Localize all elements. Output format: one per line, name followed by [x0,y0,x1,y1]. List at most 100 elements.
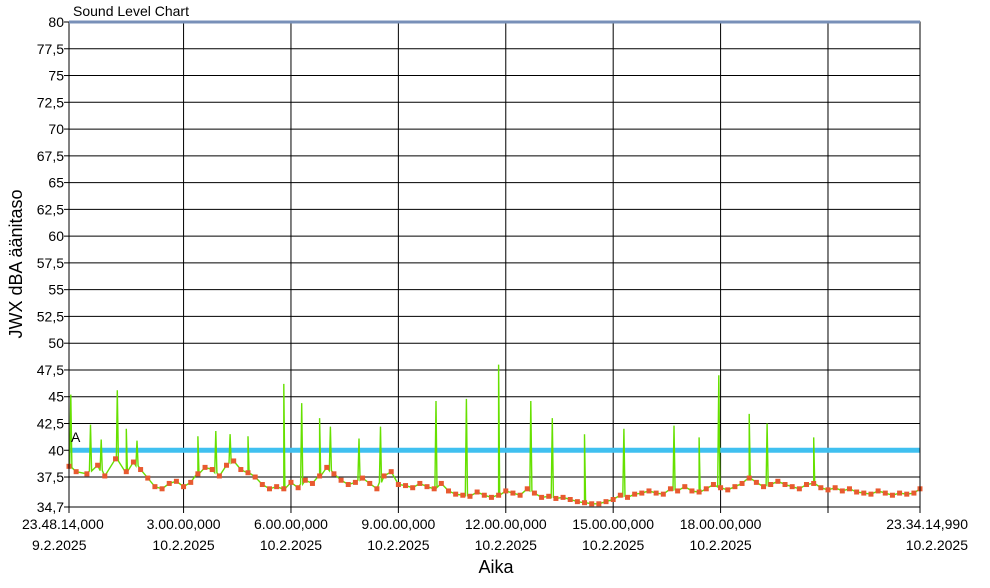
x-tick-label-date: 10.2.2025 [582,537,644,553]
y-tick-label: 34,7 [37,499,64,515]
series-point [832,485,838,491]
y-axis-title: JWX dBA äänitaso [6,189,26,338]
y-tick-label: 60 [48,228,64,244]
series-point [173,478,179,484]
x-tick-label-date: 10.2.2025 [260,537,322,553]
series-point [445,488,451,494]
series-point [796,486,802,492]
x-tick-label-time: 15.00.00,000 [572,516,654,532]
series-point [245,470,251,476]
series-point [911,490,917,496]
series-point [231,458,237,464]
series-point [761,484,767,490]
series-point [295,485,301,491]
series-point [474,489,480,495]
series-point [818,485,824,491]
series-point [395,482,401,488]
series-point [288,479,294,485]
x-tick-label-time: 9.00.00,000 [361,516,435,532]
series-point [517,492,523,498]
x-tick-label-time: 3.00.00,000 [147,516,221,532]
series-point [882,490,888,496]
series-point [410,485,416,491]
series-point [682,484,688,490]
series-point [875,488,881,494]
series-point [216,473,222,479]
series-point [889,492,895,498]
chart-background [0,0,990,588]
series-point [675,488,681,494]
series-point [667,486,673,492]
series-point [317,473,323,479]
series-point [259,482,265,488]
y-tick-label: 55 [48,282,64,298]
series-point [345,482,351,488]
series-point [431,486,437,492]
x-tick-label-time: 6.00.00,000 [254,516,328,532]
x-tick-label-date: 10.2.2025 [475,537,537,553]
y-tick-label: 75 [48,68,64,84]
x-tick-label-date: 10.2.2025 [906,537,968,553]
series-point [639,490,645,496]
series-point [367,480,373,486]
series-point [195,471,201,477]
series-point [861,490,867,496]
marker-label: A [71,429,81,445]
series-point [768,482,774,488]
series-point [438,480,444,486]
series-point [324,464,330,470]
y-tick-label: 37,5 [37,469,64,485]
series-point [481,492,487,498]
series-point [589,501,595,507]
series-point [113,456,119,462]
y-tick-label: 72,5 [37,94,64,110]
series-point [846,486,852,492]
x-tick-label-date: 10.2.2025 [367,537,429,553]
series-point [582,500,588,506]
series-point [331,471,337,477]
series-point [753,479,759,485]
series-point [467,493,473,499]
series-point [496,492,502,498]
y-tick-label: 50 [48,335,64,351]
series-point [388,469,394,475]
series-point [789,484,795,490]
series-point [281,486,287,492]
series-point [166,480,172,486]
series-point [95,462,101,468]
series-point [130,459,136,465]
series-point [181,484,187,490]
series-point [696,489,702,495]
series-point [739,480,745,486]
series-point [718,485,724,491]
series-point [460,492,466,498]
series-point [574,499,580,505]
y-tick-label: 57,5 [37,255,64,271]
y-tick-label: 62,5 [37,201,64,217]
series-point [775,478,781,484]
x-tick-label-time: 23.48.14,000 [22,516,104,532]
series-point [374,486,380,492]
series-point [617,492,623,498]
chart-title: Sound Level Chart [73,3,189,19]
series-point [660,491,666,497]
x-tick-label-date: 9.2.2025 [32,537,87,553]
x-axis-title: Aika [478,557,514,577]
y-tick-label: 65 [48,175,64,191]
series-point [553,495,559,501]
y-tick-label: 45 [48,389,64,405]
series-point [610,497,616,503]
series-point [825,487,831,493]
series-point [897,490,903,496]
series-point [138,467,144,473]
series-point [653,490,659,496]
y-tick-label: 70 [48,121,64,137]
series-point [84,471,90,477]
x-tick-label-time: 18.00.00,000 [680,516,762,532]
series-point [560,494,566,500]
series-point [209,467,215,473]
series-point [381,473,387,479]
series-point [854,489,860,495]
series-point [703,486,709,492]
series-point [309,480,315,486]
